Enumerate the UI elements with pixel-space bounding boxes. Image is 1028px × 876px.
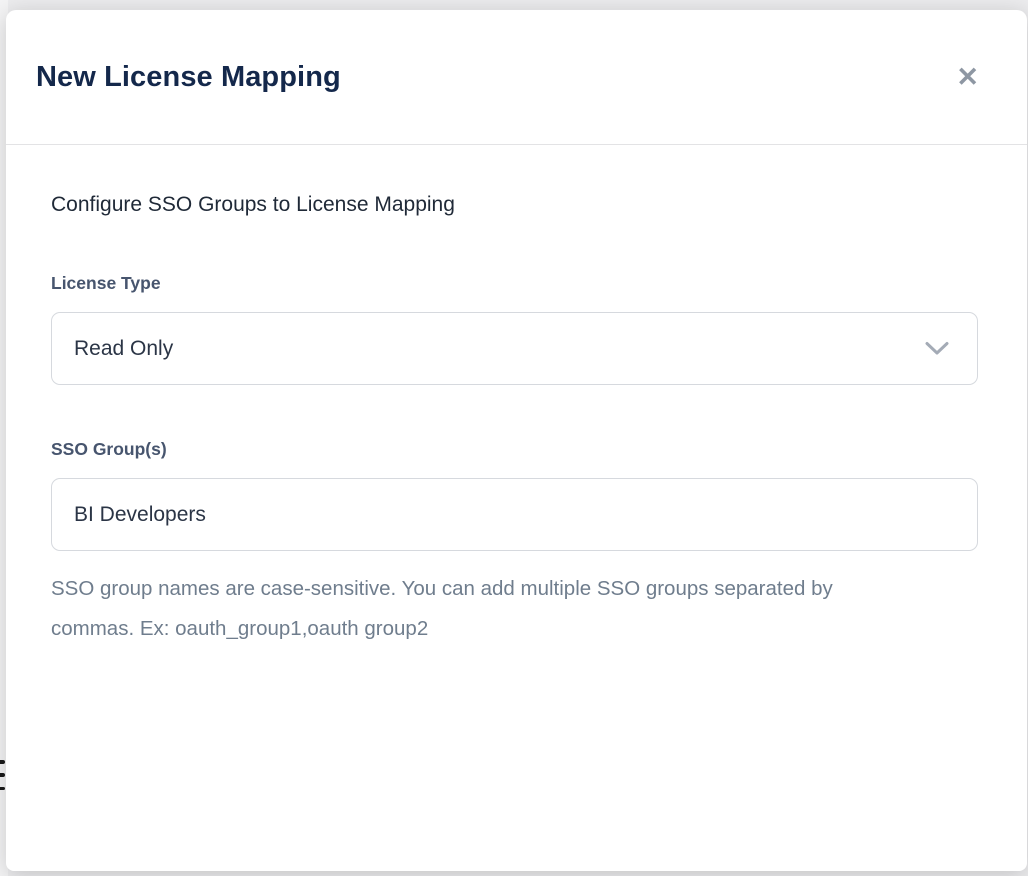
modal-description: Configure SSO Groups to License Mapping	[51, 193, 977, 217]
license-type-label: License Type	[51, 273, 977, 294]
sso-groups-help-text: SSO group names are case-sensitive. You …	[51, 569, 896, 649]
sso-groups-input[interactable]	[51, 478, 978, 551]
license-type-selected-value: Read Only	[74, 337, 173, 361]
new-license-mapping-modal: New License Mapping ✕ Configure SSO Grou…	[6, 10, 1027, 871]
modal-title: New License Mapping	[36, 61, 341, 94]
modal-header: New License Mapping ✕	[6, 10, 1027, 145]
modal-body: Configure SSO Groups to License Mapping …	[6, 145, 1027, 649]
sso-groups-label: SSO Group(s)	[51, 439, 977, 460]
chevron-down-icon	[925, 341, 949, 356]
license-type-select[interactable]: Read Only	[51, 312, 978, 385]
close-icon[interactable]: ✕	[952, 60, 983, 95]
menu-icon	[0, 758, 5, 792]
